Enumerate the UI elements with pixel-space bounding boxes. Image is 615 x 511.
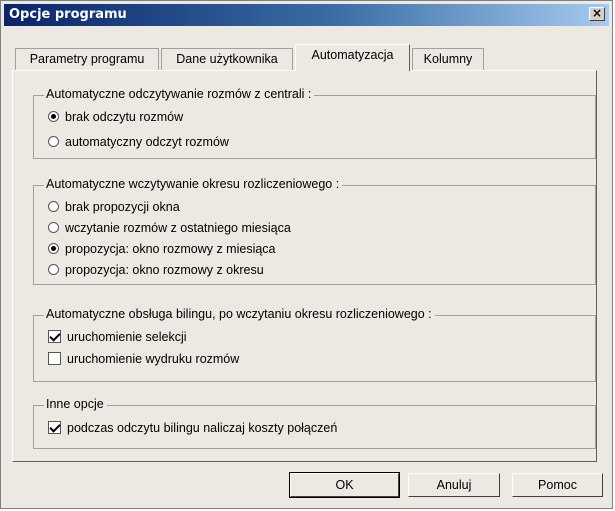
checkbox-icon (48, 352, 61, 366)
checkbox-label: uruchomienie selekcji (67, 330, 187, 344)
checkbox-label: podczas odczytu bilingu naliczaj koszty … (67, 421, 338, 435)
group-obsluga-bilingu: Automatyczne obsługa bilingu, po wczytan… (33, 307, 596, 382)
tab-kolumny[interactable]: Kolumny (412, 48, 484, 70)
radio-label: propozycja: okno rozmowy z miesiąca (65, 242, 276, 256)
checkbox-icon-checked (48, 330, 61, 344)
radio-icon (48, 222, 59, 234)
checkbox-icon-checked (48, 421, 61, 435)
tab-automatyzacja[interactable]: Automatyzacja (295, 44, 410, 71)
window-title: Opcje programu (9, 7, 127, 22)
radio-label: brak odczytu rozmów (65, 110, 184, 124)
radio-label: propozycja: okno rozmowy z okresu (65, 263, 264, 277)
radio-icon-selected (48, 243, 59, 255)
radio-label: automatyczny odczyt rozmów (65, 135, 229, 149)
radio-label: brak propozycji okna (65, 200, 180, 214)
radio-brak-propozycji[interactable]: brak propozycji okna (48, 199, 180, 216)
help-button[interactable]: Pomoc (512, 473, 603, 497)
checkbox-uruchomienie-selekcji[interactable]: uruchomienie selekcji (48, 329, 187, 346)
group-inne-opcje: Inne opcje podczas odczytu bilingu nalic… (33, 397, 596, 449)
checkbox-uruchomienie-wydruku[interactable]: uruchomienie wydruku rozmów (48, 351, 239, 368)
ok-button[interactable]: OK (289, 472, 400, 498)
group-title-bilingi: Automatyczne obsługa bilingu, po wczytan… (44, 307, 435, 321)
tab-parametry-programu[interactable]: Parametry programu (15, 48, 159, 70)
radio-wczytanie-rozmow[interactable]: wczytanie rozmów z ostatniego miesiąca (48, 220, 291, 237)
checkbox-naliczaj-koszty[interactable]: podczas odczytu bilingu naliczaj koszty … (48, 420, 337, 437)
radio-label: wczytanie rozmów z ostatniego miesiąca (65, 221, 291, 235)
radio-icon-selected (48, 111, 59, 123)
group-title-okres: Automatyczne wczytywanie okresu rozlicze… (44, 177, 343, 191)
tab-panel-automatyzacja: Automatyczne odczytywanie rozmów z centr… (12, 70, 597, 462)
radio-icon (48, 264, 59, 276)
radio-icon (48, 136, 59, 148)
cancel-button[interactable]: Anuluj (408, 473, 500, 497)
checkbox-label: uruchomienie wydruku rozmów (67, 352, 240, 366)
radio-automatyczny-odczyt[interactable]: automatyczny odczyt rozmów (48, 134, 229, 151)
tab-dane-uzytkownika[interactable]: Dane użytkownika (161, 48, 293, 70)
group-title-inne: Inne opcje (44, 397, 107, 411)
group-okres-rozliczeniowy: Automatyczne wczytywanie okresu rozlicze… (33, 177, 596, 285)
title-bar: Opcje programu × (4, 4, 609, 26)
group-title-odczytywanie: Automatyczne odczytywanie rozmów z centr… (44, 87, 315, 101)
group-odczytywanie: Automatyczne odczytywanie rozmów z centr… (33, 87, 596, 159)
close-button[interactable]: × (589, 7, 605, 21)
radio-icon (48, 201, 59, 213)
radio-propozycja-okresu[interactable]: propozycja: okno rozmowy z okresu (48, 262, 264, 279)
radio-brak-odczytu[interactable]: brak odczytu rozmów (48, 109, 183, 126)
radio-propozycja-miesiaca[interactable]: propozycja: okno rozmowy z miesiąca (48, 241, 276, 258)
